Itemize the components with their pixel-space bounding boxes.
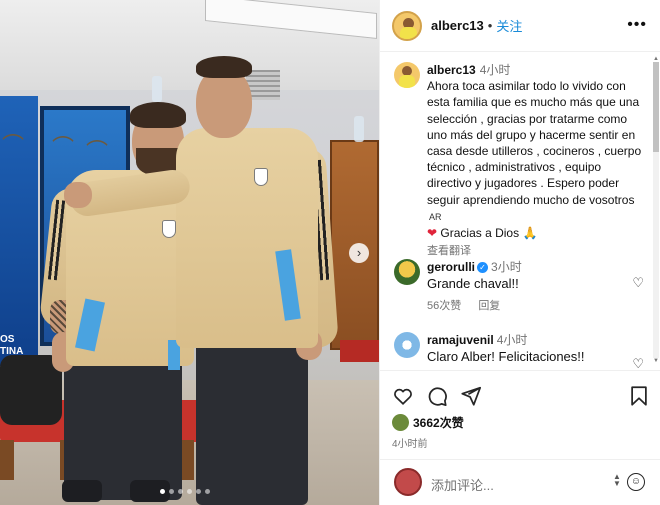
follow-button[interactable]: 关注 [496,16,522,35]
action-row [392,385,650,409]
see-translation-link[interactable]: 查看翻译 [427,243,647,259]
comments-scrollbar-thumb[interactable] [653,62,659,152]
photo-hand [64,182,92,208]
caption-body: alberc13 4小时 Ahora toca asimilar todo lo … [427,62,647,259]
emoji-icon[interactable]: ☺ [627,473,645,491]
comment-text: Grande chaval!! [427,276,519,291]
comment-like-heart-icon[interactable]: ♡ [632,275,644,291]
caption-ar-text: AR [429,211,442,222]
photo-hair [130,102,186,128]
photo-crest [254,168,268,186]
avatar-figure-body [400,26,417,39]
current-user-avatar [394,468,422,496]
comment-icon[interactable] [426,385,448,407]
carousel-dot [196,489,201,494]
heart-icon[interactable] [392,385,414,407]
caption-avatar[interactable] [394,62,420,88]
photo-hanger: ⌒ [86,139,109,164]
carousel-dots [160,489,210,494]
next-slide-button[interactable]: › [349,243,369,263]
photo-crest [162,220,176,238]
caption-text: Ahora toca asimilar todo lo vivido con e… [427,79,642,207]
comment-username[interactable]: gerorulli [427,260,475,274]
post-time: 4小时前 [392,439,428,450]
comment-time: 4小时 [496,333,528,347]
post-actions: 3662次赞 4小时前 添加评论... ▲ ▼ ☺ [380,370,660,505]
comment-likes[interactable]: 56次赞 [427,300,461,312]
post-photo[interactable]: OS TINA ⌒ ⌒ ⌒ › [0,0,379,505]
comments-section[interactable]: ▲ ▼ alberc13 4小时 Ahora toca asimilar todo… [380,52,660,370]
pray-emoji-icon: 🙏 [522,226,538,241]
verified-badge-icon: ✓ [477,262,489,274]
photo-red-bench [340,340,379,362]
more-options-icon[interactable]: ••• [627,16,647,34]
comment-like-heart-icon[interactable]: ♡ [632,356,644,370]
likes-count[interactable]: 3662次赞 [413,414,464,431]
comment-meta: 56次赞 回复 [427,298,617,314]
likes-summary[interactable]: 3662次赞 [392,414,464,431]
header-separator: • [487,18,493,33]
avatar-figure-body [399,75,415,88]
carousel-dot [205,489,210,494]
post-header: alberc13 • 关注 ••• [380,0,660,52]
carousel-dot [178,489,183,494]
comment-avatar[interactable] [394,259,420,285]
add-comment-box: 添加评论... ▲ ▼ ☺ [380,459,660,505]
photo-bottle [152,76,162,102]
caption-time: 4小时 [479,63,511,77]
comment-input[interactable]: 添加评论... [431,475,494,494]
comment-time: 3小时 [491,260,522,274]
comment-text: Claro Alber! Felicitaciones!! [427,349,585,364]
author-avatar[interactable] [392,10,422,41]
photo-hair [196,56,252,78]
caption-thanks: Gracias a Dios [440,226,520,241]
photo-pants [196,332,308,505]
photo-shoe [62,480,102,502]
caption-username[interactable]: alberc13 [427,63,476,77]
photo-hanger: ⌒ [52,135,75,160]
post-side-panel: alberc13 • 关注 ••• ▲ ▼ alberc13 4小时 Ahora … [379,0,660,505]
photo-bottle [354,116,364,142]
bookmark-icon[interactable] [628,385,650,407]
carousel-dot [187,489,192,494]
photo-pants [64,350,182,500]
resize-stepper-icon[interactable]: ▲ ▼ [613,473,621,488]
likes-avatar [392,414,409,431]
comment-avatar[interactable] [394,332,420,358]
carousel-dot [160,489,165,494]
comment-body: ramajuvenil 4小时 Claro Alber! Felicitacion… [427,332,617,365]
instagram-post-view: OS TINA ⌒ ⌒ ⌒ › alberc13 • 关注 ••• ▲ ▼ al… [0,0,660,505]
comment-username[interactable]: ramajuvenil [427,333,494,347]
scroll-down-arrow[interactable]: ▼ [653,358,659,364]
send-icon[interactable] [460,385,482,407]
carousel-dot [169,489,174,494]
author-username[interactable]: alberc13 [431,18,484,33]
comment-reply-button[interactable]: 回复 [478,300,500,312]
comment-body: gerorulli ✓ 3小时 Grande chaval!! 56次赞 回复 [427,259,617,314]
photo-hanger: ⌒ [2,133,25,158]
heart-emoji-icon: ❤ [427,226,438,241]
